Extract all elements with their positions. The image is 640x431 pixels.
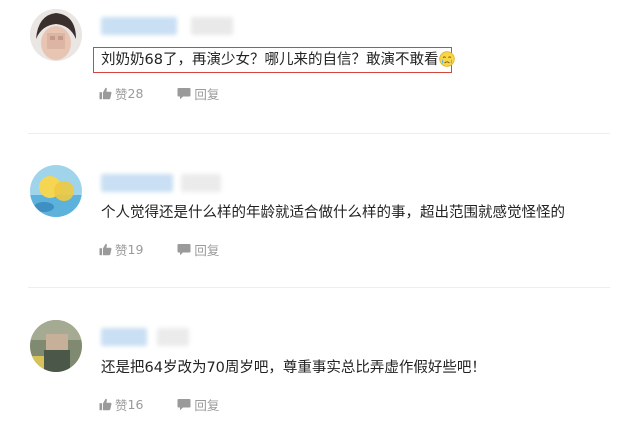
like-button[interactable]: 赞 16 xyxy=(99,395,143,414)
username-blurred xyxy=(101,17,177,35)
comment-actions: 赞 19 回复 xyxy=(99,240,219,258)
avatar[interactable] xyxy=(30,9,82,61)
thumbs-up-icon xyxy=(99,398,112,410)
avatar[interactable] xyxy=(30,165,82,217)
reply-label: 回复 xyxy=(194,397,220,413)
thumbs-up-icon xyxy=(99,87,112,99)
comment-bubble-icon xyxy=(177,87,191,99)
username-blurred xyxy=(101,328,147,346)
thumbs-up-icon xyxy=(99,243,112,255)
like-button[interactable]: 赞 19 xyxy=(99,240,143,259)
reply-button[interactable]: 回复 xyxy=(177,395,219,414)
reply-label: 回复 xyxy=(194,242,220,258)
comment-bubble-icon xyxy=(177,243,191,255)
like-label: 赞 xyxy=(115,242,128,258)
username-blurred xyxy=(101,174,173,192)
reply-button[interactable]: 回复 xyxy=(177,240,219,259)
comment-text: 还是把64岁改为70周岁吧，尊重事实总比弄虚作假好些吧！ xyxy=(101,360,486,376)
comment-item-2: 个人觉得还是什么样的年龄就适合做什么样的事，超出范围就感觉怪怪的 赞 19 回复 xyxy=(0,134,640,287)
avatar[interactable] xyxy=(30,320,82,372)
like-label: 赞 xyxy=(115,86,128,102)
like-label: 赞 xyxy=(115,397,128,413)
user-meta-blurred xyxy=(191,17,233,35)
like-count: 16 xyxy=(127,396,144,412)
like-count: 28 xyxy=(127,85,144,101)
comment-text: 刘奶奶68了，再演少女？哪儿来的自信？敢演不敢看 xyxy=(101,50,456,73)
comment-item-1: 刘奶奶68了，再演少女？哪儿来的自信？敢演不敢看 赞 28 回复 xyxy=(0,0,640,134)
user-meta-blurred xyxy=(157,328,189,346)
comment-text: 个人觉得还是什么样的年龄就适合做什么样的事，超出范围就感觉怪怪的 xyxy=(101,205,565,221)
reply-label: 回复 xyxy=(194,86,220,102)
comment-text-content: 刘奶奶68了，再演少女？哪儿来的自信？敢演不敢看 xyxy=(101,52,439,68)
comment-item-3: 还是把64岁改为70周岁吧，尊重事实总比弄虚作假好些吧！ 赞 16 回复 xyxy=(0,288,640,431)
comment-actions: 赞 28 回复 xyxy=(99,84,219,102)
like-button[interactable]: 赞 28 xyxy=(99,84,143,103)
crying-face-icon xyxy=(439,51,456,73)
comment-bubble-icon xyxy=(177,398,191,410)
comment-actions: 赞 16 回复 xyxy=(99,395,219,413)
user-meta-blurred xyxy=(181,174,221,192)
like-count: 19 xyxy=(127,241,144,257)
reply-button[interactable]: 回复 xyxy=(177,84,219,103)
